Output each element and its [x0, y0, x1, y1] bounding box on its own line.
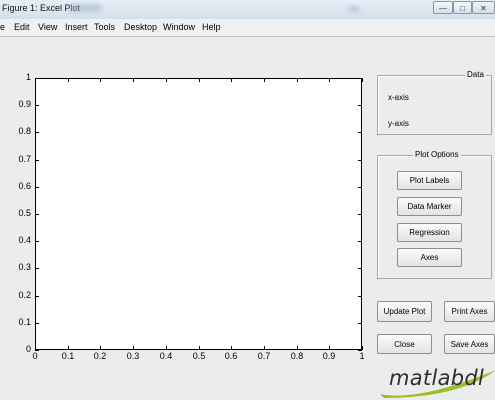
- menu-edit[interactable]: Edit: [14, 22, 30, 32]
- menu-view[interactable]: View: [38, 22, 57, 32]
- x-tick: [329, 346, 330, 350]
- x-tick-top: [100, 78, 101, 82]
- y-tick: [35, 214, 39, 215]
- y-tick-label: 0.5: [18, 208, 31, 218]
- y-tick-right: [358, 323, 362, 324]
- x-tick: [166, 346, 167, 350]
- x-tick-label: 0.4: [159, 351, 173, 361]
- x-tick: [68, 346, 69, 350]
- y-tick-right: [358, 268, 362, 269]
- y-tick-label: 0.6: [18, 181, 31, 191]
- x-tick: [362, 346, 363, 350]
- x-tick: [297, 346, 298, 350]
- title-obscured-icon: [348, 6, 360, 12]
- y-axis-label: y-axis: [388, 119, 409, 128]
- y-tick-label: 0.4: [18, 235, 31, 245]
- y-tick-right: [358, 214, 362, 215]
- x-tick-top: [362, 78, 363, 82]
- x-tick-top: [35, 78, 36, 82]
- close-button[interactable]: Close: [377, 334, 432, 354]
- x-tick-top: [297, 78, 298, 82]
- y-tick: [35, 268, 39, 269]
- print-axes-button[interactable]: Print Axes: [444, 301, 495, 322]
- x-tick-label: 0.5: [192, 351, 206, 361]
- x-tick-top: [264, 78, 265, 82]
- minimize-icon: —: [439, 4, 447, 13]
- y-tick-right: [358, 187, 362, 188]
- y-tick: [35, 241, 39, 242]
- data-marker-button[interactable]: Data Marker: [397, 197, 462, 216]
- y-tick-label: 0.7: [18, 154, 31, 164]
- y-tick: [35, 323, 39, 324]
- y-tick-label: 0.9: [18, 99, 31, 109]
- x-tick-top: [329, 78, 330, 82]
- plot-options-title: Plot Options: [413, 150, 461, 159]
- plot-axes[interactable]: [35, 78, 362, 350]
- close-icon: ✕: [480, 4, 487, 13]
- menu-desktop[interactable]: Desktop: [124, 22, 157, 32]
- y-tick-right: [358, 105, 362, 106]
- x-axis-label: x-axis: [388, 93, 409, 102]
- x-tick-label: 0.9: [322, 351, 336, 361]
- title-bar: Figure 1: Excel Plot — □ ✕: [0, 0, 495, 20]
- menu-bar: e Edit View Insert Tools Desktop Window …: [0, 19, 495, 37]
- x-tick-label: 0.7: [257, 351, 271, 361]
- matlabdl-logo: matlabdl: [389, 366, 485, 390]
- axes-button[interactable]: Axes: [397, 248, 462, 267]
- y-tick-label: 0.2: [18, 290, 31, 300]
- data-panel-title: Data: [465, 70, 486, 79]
- maximize-icon: □: [460, 4, 465, 13]
- y-tick: [35, 132, 39, 133]
- x-tick-top: [68, 78, 69, 82]
- x-tick-top: [166, 78, 167, 82]
- save-axes-button[interactable]: Save Axes: [444, 334, 495, 354]
- menu-insert[interactable]: Insert: [65, 22, 88, 32]
- title-obscured-text: [68, 4, 102, 12]
- y-tick-label: 0.8: [18, 126, 31, 136]
- y-tick: [35, 296, 39, 297]
- x-tick: [100, 346, 101, 350]
- maximize-button[interactable]: □: [453, 1, 472, 14]
- y-tick-right: [358, 160, 362, 161]
- x-tick-label: 0.6: [224, 351, 238, 361]
- x-tick: [199, 346, 200, 350]
- y-tick-right: [358, 132, 362, 133]
- update-plot-button[interactable]: Update Plot: [377, 301, 432, 322]
- y-tick: [35, 187, 39, 188]
- x-tick-label: 0.2: [93, 351, 107, 361]
- x-tick: [35, 346, 36, 350]
- y-tick-label: 1: [25, 72, 31, 82]
- data-panel: Data x-axis y-axis: [377, 70, 492, 135]
- y-tick: [35, 105, 39, 106]
- plot-labels-button[interactable]: Plot Labels: [397, 171, 462, 190]
- x-tick-label: 0.8: [290, 351, 304, 361]
- y-tick-right: [358, 296, 362, 297]
- x-tick-label: 1: [359, 351, 365, 361]
- x-tick-label: 0.1: [61, 351, 75, 361]
- x-tick-label: 0.3: [126, 351, 140, 361]
- x-tick: [231, 346, 232, 350]
- y-tick-right: [358, 241, 362, 242]
- x-tick-top: [199, 78, 200, 82]
- x-tick-label: 0: [32, 351, 38, 361]
- x-tick-top: [133, 78, 134, 82]
- y-tick: [35, 160, 39, 161]
- x-tick: [133, 346, 134, 350]
- menu-file[interactable]: e: [0, 22, 5, 32]
- minimize-button[interactable]: —: [433, 1, 453, 14]
- menu-help[interactable]: Help: [202, 22, 221, 32]
- menu-window[interactable]: Window: [163, 22, 195, 32]
- menu-tools[interactable]: Tools: [94, 22, 115, 32]
- y-tick-label: 0.3: [18, 262, 31, 272]
- close-window-button[interactable]: ✕: [472, 1, 495, 14]
- regression-button[interactable]: Regression: [397, 223, 462, 242]
- x-tick-top: [231, 78, 232, 82]
- x-tick: [264, 346, 265, 350]
- y-tick-label: 0.1: [18, 317, 31, 327]
